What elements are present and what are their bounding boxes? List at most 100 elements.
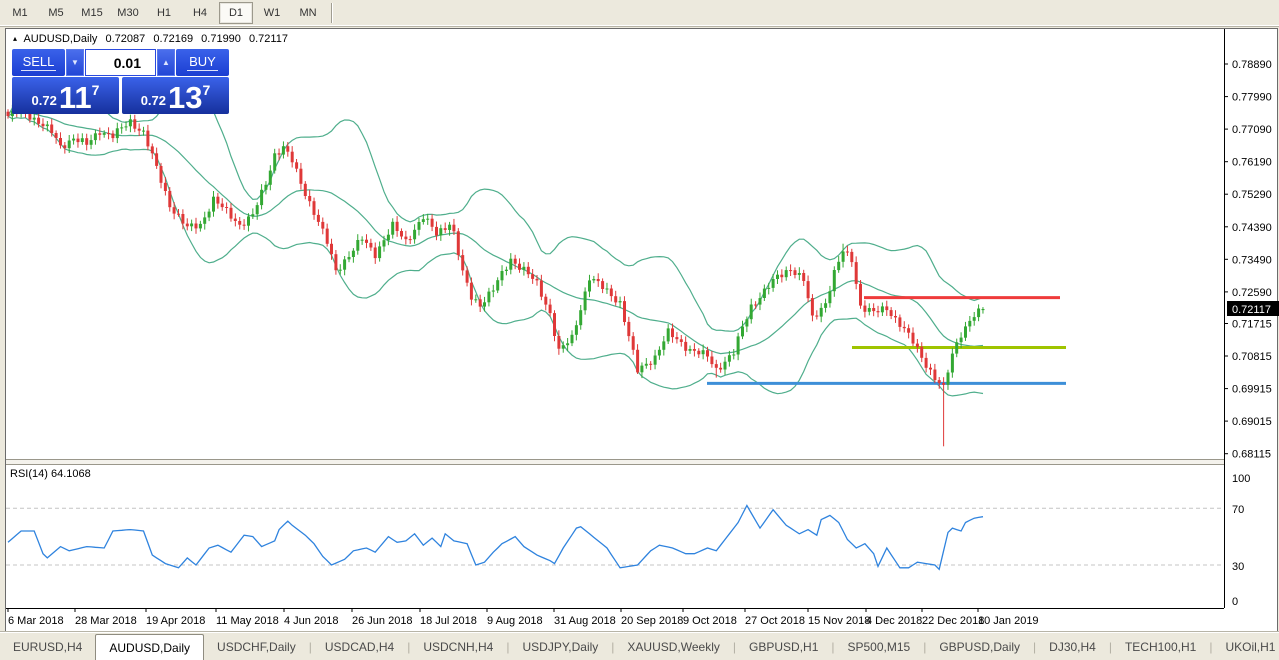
candle-body [216,196,220,204]
candle-body [163,182,167,191]
candle-body [128,119,132,127]
candle-body [898,317,902,327]
candle-body [561,345,565,349]
candle-body [907,328,911,333]
candle-body [518,263,521,270]
candle-body [469,282,473,300]
volume-decrease-button[interactable]: ▼ [66,49,84,76]
candle-body [190,223,194,227]
quote-low: 0.71990 [201,33,241,45]
candle-body [404,236,408,240]
candle-body [500,271,504,281]
buy-button[interactable]: BUY [176,49,229,76]
chevron-down-icon: ▼ [71,58,79,67]
chart-symbol-title: ▴ AUDUSD,Daily 0.72087 0.72169 0.71990 0… [13,33,293,45]
buy-price-button[interactable]: 0.72 13 7 [122,77,229,114]
candle-body [373,247,377,259]
candle-body [303,183,307,196]
candle-body [885,306,889,311]
candle-body [146,130,150,147]
candle-body [754,304,758,306]
candle-body [872,308,876,312]
time-axis-label: 20 Sep 2018 [621,615,683,627]
chart-tab-USDJPY-Daily[interactable]: USDJPY,Daily [509,633,611,660]
candle-body [933,369,937,381]
sell-price-pip: 7 [91,82,100,98]
volume-increase-button[interactable]: ▲ [157,49,175,76]
candle-body [478,299,482,307]
chart-tab-TECH100-H1[interactable]: TECH100,H1 [1112,633,1209,660]
candle-body [911,332,915,344]
candle-body [531,274,535,279]
candle-body [351,250,355,257]
candle-body [483,302,486,307]
candle-body [177,213,180,215]
candle-body [247,216,250,226]
chart-tab-XAUUSD-Weekly[interactable]: XAUUSD,Weekly [614,633,732,660]
candle-body [504,269,508,271]
candle-body [723,361,727,370]
candle-body [837,261,841,271]
candle-body [688,349,692,351]
candle-body [185,223,189,227]
candle-body [972,317,976,321]
chart-tab-DJ30-H4[interactable]: DJ30,H4 [1036,633,1109,660]
chart-tab-USDCAD-H4[interactable]: USDCAD,H4 [312,633,407,660]
candle-body [776,274,779,279]
candle-body [854,262,858,284]
candle-body [111,133,115,139]
candle-body [312,201,316,215]
candle-body [758,298,762,305]
chart-tab-AUDUSD-Daily[interactable]: AUDUSD,Daily [95,634,205,660]
candle-body [636,349,640,373]
candle-body [273,153,277,171]
candle-body [382,240,386,247]
time-axis-label: 18 Jul 2018 [420,615,477,627]
chart-tab-GBPUSD-Daily[interactable]: GBPUSD,Daily [926,633,1033,660]
chart-tab-UKOil-H1[interactable]: UKOil,H1 [1212,633,1279,660]
volume-input[interactable]: 0.01 [85,49,156,76]
candle-body [714,364,718,368]
candle-body [54,133,58,138]
candle-body [513,258,517,264]
chart-tab-USDCHF-Daily[interactable]: USDCHF,Daily [204,633,309,660]
sell-price-big: 11 [58,79,92,115]
candle-body [666,328,670,342]
candle-body [395,221,399,231]
candle-body [142,130,145,132]
candle-body [955,342,959,354]
rsi-axis-label-70: 70 [1232,504,1244,516]
sell-button[interactable]: SELL [12,49,65,76]
time-axis-label: 22 Dec 2018 [922,615,984,627]
chart-window-background [5,28,1278,632]
sell-price-button[interactable]: 0.72 11 7 [12,77,119,114]
candle-body [93,133,97,141]
candle-body [977,308,981,318]
candle-body [290,151,294,163]
candle-body [706,350,709,357]
candle-body [45,124,49,127]
chart-tab-SP500-M15[interactable]: SP500,M15 [835,633,924,660]
candle-body [675,337,679,340]
candle-body [496,280,500,291]
price-axis-label: 0.73490 [1232,254,1272,266]
chart-tabs-bar: EURUSD,H4 AUDUSD,Daily USDCHF,Daily | USDCAD… [0,632,1279,660]
candle-body [793,270,797,275]
candle-body [762,288,766,298]
candle-body [810,298,814,316]
chart-tab-GBPUSD-H1[interactable]: GBPUSD,H1 [736,633,831,660]
candle-body [929,367,932,370]
candle-body [662,341,666,350]
candle-body [509,258,513,270]
candle-body [321,221,325,229]
candle-body [334,254,338,271]
chart-tab-USDCNH-H4[interactable]: USDCNH,H4 [410,633,506,660]
chart-tab-EURUSD-H4[interactable]: EURUSD,H4 [0,633,95,660]
candle-body [671,328,674,338]
buy-price-big: 13 [168,79,203,115]
candle-body [894,316,897,318]
quote-high: 0.72169 [153,33,194,45]
window-marker-icon: ▴ [13,34,18,43]
candle-body [697,350,701,355]
candle-body [771,279,775,288]
